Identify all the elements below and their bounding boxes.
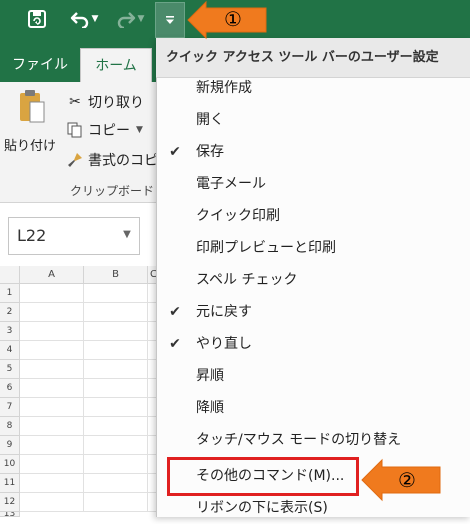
grid-cell[interactable] [20, 341, 84, 360]
undo-icon[interactable]: ▼ [64, 4, 104, 34]
checkmark-icon: ✔ [169, 304, 181, 320]
row-header[interactable]: 3 [0, 322, 20, 341]
menu-item-spell-check[interactable]: スペル チェック [157, 264, 470, 296]
paste-button[interactable]: 貼り付け [4, 135, 56, 154]
grid-cell[interactable] [84, 474, 148, 493]
copy-button[interactable]: コピー ▼ [66, 120, 143, 140]
callout-arrow-one: ① [186, 0, 270, 40]
menu-item-email[interactable]: 電子メール [157, 168, 470, 200]
menu-item-save[interactable]: ✔ 保存 [157, 136, 470, 168]
paste-icon[interactable] [18, 88, 46, 128]
grid-cell[interactable] [20, 379, 84, 398]
copy-label: コピー [88, 123, 130, 139]
format-painter-label: 書式のコピ [88, 153, 158, 169]
row-header[interactable]: 12 [0, 493, 20, 512]
grid-cell[interactable] [84, 455, 148, 474]
row-header[interactable]: 6 [0, 379, 20, 398]
chevron-down-icon[interactable]: ▼ [118, 224, 136, 246]
grid-cell[interactable] [84, 379, 148, 398]
grid-cell[interactable] [20, 417, 84, 436]
menu-item-undo[interactable]: ✔ 元に戻す [157, 296, 470, 328]
grid-cell[interactable] [84, 303, 148, 322]
row-header[interactable]: 7 [0, 398, 20, 417]
grid-cell[interactable] [84, 417, 148, 436]
menu-item-sort-descending[interactable]: 降順 [157, 392, 470, 424]
grid-cell[interactable] [84, 360, 148, 379]
customize-toolbar-button[interactable] [155, 2, 185, 38]
grid-cell[interactable] [84, 322, 148, 341]
tab-file[interactable]: ファイル [12, 48, 68, 82]
callout-number-two: ② [398, 468, 416, 492]
highlight-box [167, 457, 359, 496]
row-header[interactable]: 4 [0, 341, 20, 360]
menu-item-redo[interactable]: ✔ やり直し [157, 328, 470, 360]
chevron-down-icon[interactable]: ▼ [136, 125, 143, 135]
chevron-down-icon[interactable]: ▼ [92, 14, 99, 24]
scissors-icon: ✂ [69, 94, 81, 110]
row-header[interactable]: 10 [0, 455, 20, 474]
grid-cell[interactable] [20, 284, 84, 303]
grid-cell[interactable] [20, 455, 84, 474]
grid-cell[interactable] [84, 341, 148, 360]
menu-item-print-preview[interactable]: 印刷プレビューと印刷 [157, 232, 470, 264]
checkmark-icon: ✔ [169, 144, 181, 160]
grid-cell[interactable] [20, 303, 84, 322]
callout-arrow-two: ② [360, 458, 444, 502]
grid-cell[interactable] [20, 474, 84, 493]
grid-cell[interactable] [20, 360, 84, 379]
grid-cell[interactable] [20, 398, 84, 417]
menu-item-quick-print[interactable]: クイック印刷 [157, 200, 470, 232]
chevron-down-icon[interactable]: ▼ [138, 14, 145, 24]
cut-button[interactable]: ✂ 切り取り [66, 92, 144, 112]
menu-item-open[interactable]: 開く [157, 104, 470, 136]
column-header-a[interactable]: A [20, 266, 84, 284]
column-header-b[interactable]: B [84, 266, 148, 284]
paintbrush-icon [66, 151, 84, 169]
grid-cell[interactable] [84, 284, 148, 303]
format-painter-button[interactable]: 書式のコピ [66, 150, 158, 170]
cut-label: 切り取り [88, 95, 144, 111]
grid-cell[interactable] [20, 322, 84, 341]
row-header[interactable]: 11 [0, 474, 20, 493]
row-header[interactable]: 13 [0, 512, 20, 517]
callout-number-one: ① [224, 7, 242, 31]
menu-item-touch-mouse-mode[interactable]: タッチ/マウス モードの切り替え [157, 424, 470, 456]
grid-cell[interactable] [20, 493, 84, 512]
checkmark-icon: ✔ [169, 336, 181, 352]
row-header[interactable]: 1 [0, 284, 20, 303]
grid-cell[interactable] [84, 436, 148, 455]
grid-cell[interactable] [20, 436, 84, 455]
grid-cell[interactable] [84, 398, 148, 417]
clipboard-group-label: クリップボード [70, 184, 155, 198]
row-header[interactable]: 9 [0, 436, 20, 455]
menu-item-new[interactable]: 新規作成 [157, 72, 470, 104]
menu-item-sort-ascending[interactable]: 昇順 [157, 360, 470, 392]
row-header[interactable]: 5 [0, 360, 20, 379]
grid-cell[interactable] [84, 493, 148, 512]
redo-icon[interactable]: ▼ [112, 4, 148, 34]
copy-icon [66, 121, 84, 139]
save-icon[interactable] [20, 4, 54, 34]
select-all-corner[interactable] [0, 266, 20, 284]
row-header[interactable]: 8 [0, 417, 20, 436]
row-header[interactable]: 2 [0, 303, 20, 322]
tab-home[interactable]: ホーム [80, 48, 152, 82]
